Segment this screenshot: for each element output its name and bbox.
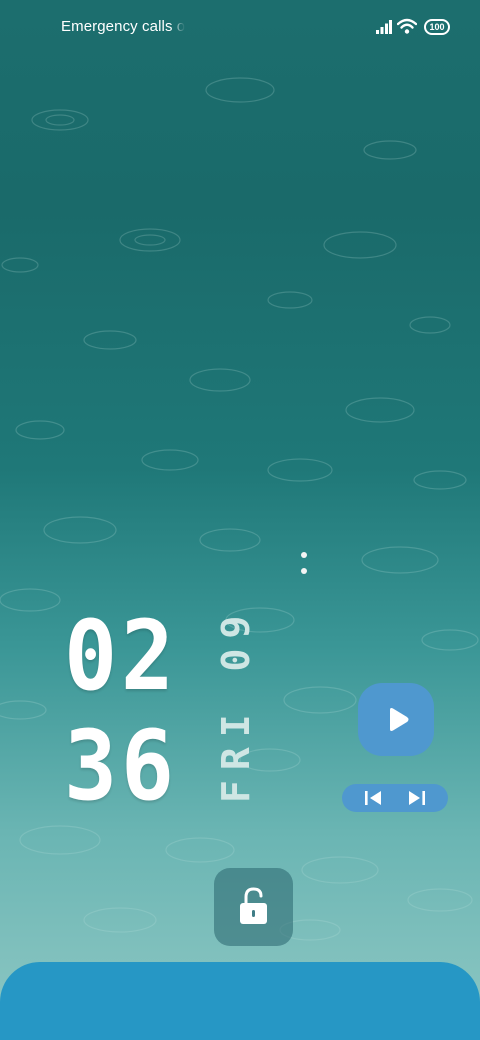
unlock-button[interactable] bbox=[214, 868, 293, 946]
next-track-icon[interactable] bbox=[406, 788, 428, 808]
play-icon bbox=[390, 708, 409, 731]
play-button[interactable] bbox=[358, 683, 434, 756]
date-label: FRI 09 bbox=[214, 605, 258, 803]
page-dot bbox=[301, 568, 307, 574]
carrier-status-text: Emergency calls only bbox=[61, 18, 185, 35]
wifi-icon bbox=[397, 18, 417, 34]
previous-track-icon[interactable] bbox=[362, 788, 384, 808]
page-indicator bbox=[300, 550, 308, 578]
bottom-panel[interactable] bbox=[0, 962, 480, 1040]
clock-hours: 02 bbox=[64, 600, 178, 712]
unlock-icon bbox=[240, 887, 267, 924]
clock-minutes: 36 bbox=[64, 710, 178, 822]
battery-icon: 100 bbox=[424, 19, 450, 35]
status-bar: Emergency calls only 100 bbox=[0, 0, 480, 56]
signal-icon bbox=[376, 20, 392, 34]
media-controls bbox=[342, 784, 448, 812]
page-dot bbox=[301, 552, 307, 558]
